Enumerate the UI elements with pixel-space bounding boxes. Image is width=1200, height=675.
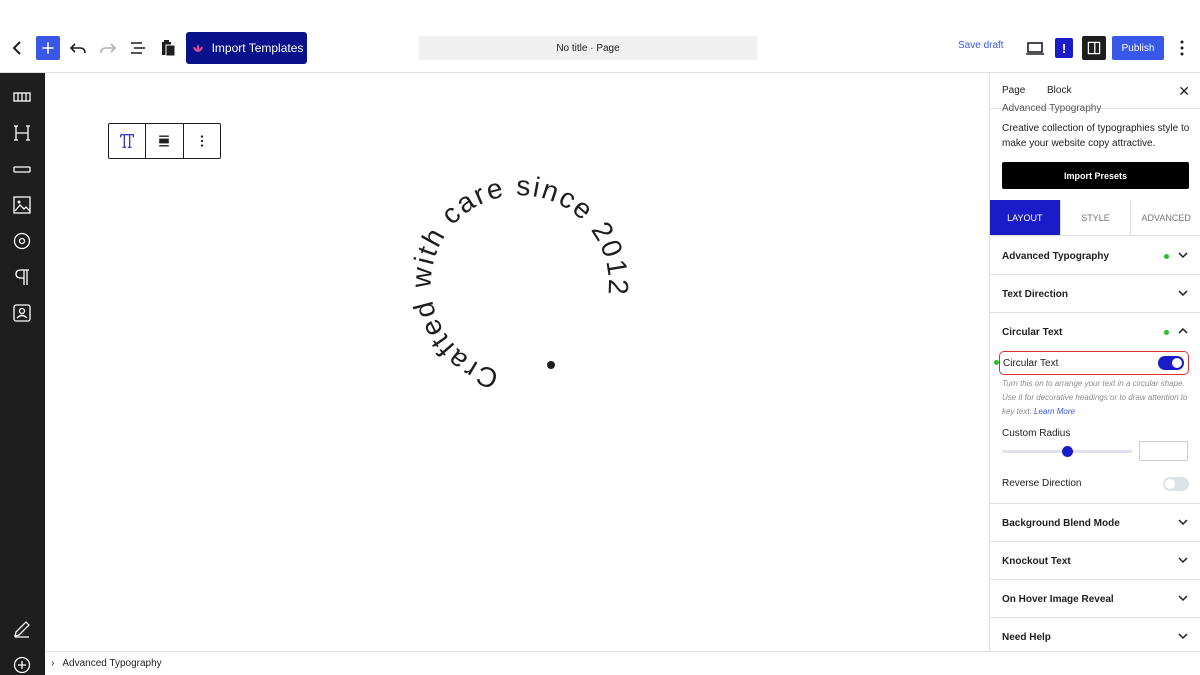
section-title: Advanced Typography [1002, 251, 1110, 262]
section-title: Background Blend Mode [1002, 518, 1120, 529]
redo-icon[interactable] [96, 36, 120, 60]
section-title: Text Direction [1002, 289, 1068, 300]
circular-text-dot [547, 361, 555, 369]
tab-style[interactable]: STYLE [1059, 200, 1131, 235]
image-icon[interactable] [11, 194, 33, 216]
circular-text-graphic[interactable]: Crafted with care since 2012 [400, 173, 640, 393]
undo-icon[interactable] [66, 36, 90, 60]
section-title: Circular Text [1002, 327, 1063, 338]
document-overview-icon[interactable] [126, 36, 150, 60]
section-advanced-typography[interactable]: Advanced Typography [990, 237, 1200, 275]
custom-radius-slider[interactable] [1002, 446, 1132, 457]
sidebar-toggle-icon [1087, 41, 1101, 55]
active-dot [1164, 254, 1169, 259]
reverse-direction-label: Reverse Direction [1002, 478, 1082, 489]
tab-layout[interactable]: LAYOUT [990, 200, 1060, 235]
circular-text-settings: Circular Text Turn this on to arrange yo… [990, 351, 1200, 504]
breadcrumb-bar: › Advanced Typography [45, 651, 1200, 675]
tab-page[interactable]: Page [1002, 85, 1025, 96]
align-icon[interactable] [145, 124, 182, 158]
tab-block[interactable]: Block [1047, 85, 1071, 96]
edit-icon[interactable] [11, 618, 33, 640]
close-icon[interactable]: ✕ [1178, 83, 1190, 100]
more-options-icon[interactable] [182, 124, 220, 158]
block-description: Creative collection of typographies styl… [1002, 123, 1190, 149]
circle-icon[interactable] [11, 230, 33, 252]
settings-panel: Page Block ✕ Advanced Typography Creativ… [989, 73, 1200, 651]
plus-icon [42, 42, 54, 54]
slider-thumb[interactable] [1062, 446, 1073, 457]
block-toolbar [108, 123, 221, 159]
section-title: On Hover Image Reveal [1002, 594, 1114, 605]
section-hover-image-reveal[interactable]: On Hover Image Reveal [990, 580, 1200, 618]
breadcrumb-item[interactable]: Advanced Typography [62, 658, 161, 669]
clipboard-icon[interactable] [156, 36, 180, 60]
circular-text-toggle-row[interactable]: Circular Text [999, 351, 1189, 375]
notice-button[interactable]: ! [1055, 38, 1073, 58]
inspector-tabs: LAYOUT STYLE ADVANCED [990, 200, 1200, 236]
chevron-down-icon [1178, 557, 1188, 564]
divider-icon[interactable] [11, 158, 33, 180]
section-title: Knockout Text [1002, 556, 1071, 567]
editor-canvas[interactable]: Crafted with care since 2012 [45, 73, 989, 651]
import-templates-label: Import Templates [211, 41, 304, 55]
section-need-help[interactable]: Need Help [990, 618, 1200, 651]
publish-button[interactable]: Publish [1112, 36, 1164, 60]
custom-radius-input[interactable] [1139, 441, 1188, 461]
import-presets-button[interactable]: Import Presets [1002, 162, 1189, 189]
paragraph-icon[interactable] [11, 266, 33, 288]
help-text: Turn this on to arrange your text in a c… [1002, 379, 1188, 416]
back-icon[interactable] [6, 36, 30, 60]
lotus-icon [192, 44, 203, 52]
top-toolbar: Import Templates No title · Page Save dr… [0, 0, 1200, 73]
left-sidebar [0, 73, 45, 675]
chevron-down-icon [1178, 290, 1188, 297]
circular-text-help: Turn this on to arrange your text in a c… [1002, 377, 1192, 419]
import-templates-button[interactable]: Import Templates [186, 32, 307, 64]
chevron-down-icon [1178, 595, 1188, 602]
chevron-down-icon [1178, 252, 1188, 259]
chevron-right-icon[interactable]: › [51, 658, 54, 669]
circular-text-toggle-label: Circular Text [1003, 358, 1059, 369]
document-title-bar[interactable]: No title · Page [419, 36, 757, 60]
chevron-down-icon [1178, 633, 1188, 640]
view-icon[interactable] [1026, 40, 1044, 56]
chevron-down-icon [1178, 519, 1188, 526]
save-draft-button[interactable]: Save draft [958, 40, 1004, 51]
custom-radius-label: Custom Radius [1002, 428, 1071, 439]
settings-sidebar-button[interactable] [1082, 36, 1106, 60]
heading-icon[interactable] [11, 122, 33, 144]
section-circular-text[interactable]: Circular Text [990, 313, 1200, 351]
section-background-blend-mode[interactable]: Background Blend Mode [990, 504, 1200, 542]
active-dot [1164, 330, 1169, 335]
section-knockout-text[interactable]: Knockout Text [990, 542, 1200, 580]
tab-advanced[interactable]: ADVANCED [1130, 200, 1200, 235]
add-icon[interactable] [11, 654, 33, 675]
typography-icon[interactable] [109, 124, 145, 158]
section-text-direction[interactable]: Text Direction [990, 275, 1200, 313]
circular-text: Crafted with care since 2012 [405, 173, 634, 393]
chevron-up-icon [1178, 327, 1188, 334]
circular-text-toggle[interactable] [1158, 356, 1184, 370]
block-card-title: Advanced Typography [1002, 103, 1102, 114]
add-block-button[interactable] [36, 36, 60, 60]
layout-icon[interactable] [11, 86, 33, 108]
learn-more-link[interactable]: Learn More [1034, 407, 1075, 416]
section-title: Need Help [1002, 632, 1051, 643]
reverse-direction-toggle[interactable] [1163, 477, 1189, 491]
more-menu-icon[interactable] [1174, 38, 1190, 58]
contact-icon[interactable] [11, 302, 33, 324]
